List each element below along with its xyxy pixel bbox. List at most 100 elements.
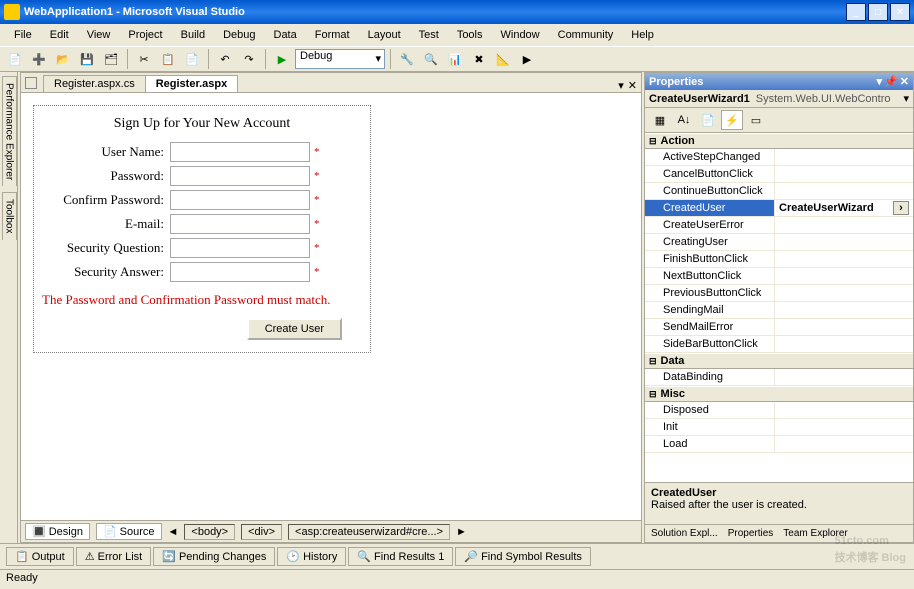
property-value[interactable] [775, 319, 913, 335]
save-icon[interactable]: 💾 [76, 48, 98, 70]
property-row[interactable]: ContinueButtonClick [645, 183, 913, 200]
categorized-icon[interactable]: ▦ [649, 110, 671, 130]
add-item-icon[interactable]: ➕ [28, 48, 50, 70]
tab-toolbox[interactable]: Toolbox [2, 192, 17, 239]
property-row[interactable]: Disposed [645, 402, 913, 419]
tab-find-symbol-results[interactable]: 🔎 Find Symbol Results [455, 547, 591, 566]
pin-icon[interactable]: ▾ [877, 75, 883, 88]
maximize-button[interactable]: □ [868, 3, 888, 21]
menu-data[interactable]: Data [266, 27, 305, 43]
tab-error-list[interactable]: ⚠ Error List [76, 547, 152, 566]
crumb-nav-right[interactable]: ► [456, 526, 467, 538]
property-object-selector[interactable]: CreateUserWizard1 System.Web.UI.WebContr… [645, 90, 913, 108]
property-row[interactable]: Load [645, 436, 913, 453]
property-pages-icon[interactable]: ▭ [745, 110, 767, 130]
property-value[interactable] [775, 402, 913, 418]
tab-performance-explorer[interactable]: Performance Explorer [2, 76, 17, 186]
property-row[interactable]: SendMailError [645, 319, 913, 336]
tab-pending-changes[interactable]: 🔄 Pending Changes [153, 547, 275, 566]
tool-icon[interactable]: 🔧 [396, 48, 418, 70]
menu-view[interactable]: View [79, 27, 119, 43]
new-project-icon[interactable]: 📄 [4, 48, 26, 70]
tab-register-cs[interactable]: Register.aspx.cs [43, 75, 146, 92]
menu-test[interactable]: Test [411, 27, 447, 43]
design-view-button[interactable]: 🔳 Design [25, 523, 90, 540]
property-row[interactable]: SideBarButtonClick [645, 336, 913, 353]
tool-icon[interactable]: 📊 [444, 48, 466, 70]
events-icon[interactable]: ⚡ [721, 110, 743, 130]
property-row[interactable]: Init [645, 419, 913, 436]
menu-window[interactable]: Window [493, 27, 548, 43]
input-question[interactable] [170, 238, 310, 258]
tool-icon[interactable]: ▶ [516, 48, 538, 70]
designer-surface[interactable]: Sign Up for Your New Account User Name:*… [21, 93, 641, 520]
tab-register-aspx[interactable]: Register.aspx [145, 75, 239, 92]
create-user-wizard[interactable]: Sign Up for Your New Account User Name:*… [33, 105, 371, 353]
tool-icon[interactable]: 🔍 [420, 48, 442, 70]
property-value[interactable]: CreateUserWizard [775, 200, 913, 216]
property-row[interactable]: CancelButtonClick [645, 166, 913, 183]
source-view-button[interactable]: 📄 Source [96, 523, 162, 540]
tab-close-icon[interactable]: ✕ [628, 79, 637, 92]
property-value[interactable] [775, 419, 913, 435]
undo-icon[interactable]: ↶ [214, 48, 236, 70]
property-value[interactable] [775, 436, 913, 452]
tab-output[interactable]: 📋 Output [6, 547, 74, 566]
alphabetical-icon[interactable]: A↓ [673, 110, 695, 130]
tool-icon[interactable]: 📐 [492, 48, 514, 70]
property-value[interactable] [775, 183, 913, 199]
input-email[interactable] [170, 214, 310, 234]
menu-tools[interactable]: Tools [449, 27, 491, 43]
menu-format[interactable]: Format [307, 27, 358, 43]
paste-icon[interactable]: 📄 [181, 48, 203, 70]
property-row[interactable]: CreatedUserCreateUserWizard [645, 200, 913, 217]
input-username[interactable] [170, 142, 310, 162]
tab-solution-explorer[interactable]: Solution Expl... [647, 527, 722, 540]
crumb-nav-left[interactable]: ◄ [168, 526, 179, 538]
breadcrumb[interactable]: <asp:createuserwizard#cre...> [288, 524, 450, 540]
tab-properties[interactable]: Properties [724, 527, 778, 540]
create-user-button[interactable]: Create User [247, 318, 342, 340]
close-button[interactable]: ✕ [890, 3, 910, 21]
category-action[interactable]: Action [645, 133, 913, 149]
menu-layout[interactable]: Layout [360, 27, 409, 43]
menu-community[interactable]: Community [550, 27, 622, 43]
property-row[interactable]: DataBinding [645, 369, 913, 386]
input-answer[interactable] [170, 262, 310, 282]
property-value[interactable] [775, 217, 913, 233]
tab-dropdown-icon[interactable]: ▾ [618, 79, 624, 92]
property-row[interactable]: SendingMail [645, 302, 913, 319]
property-row[interactable]: CreateUserError [645, 217, 913, 234]
property-value[interactable] [775, 369, 913, 385]
menu-edit[interactable]: Edit [42, 27, 77, 43]
menu-debug[interactable]: Debug [215, 27, 263, 43]
property-value[interactable] [775, 251, 913, 267]
property-value[interactable] [775, 336, 913, 352]
category-data[interactable]: Data [645, 353, 913, 369]
minimize-button[interactable]: _ [846, 3, 866, 21]
property-value[interactable] [775, 285, 913, 301]
tool-icon[interactable]: ✖ [468, 48, 490, 70]
breadcrumb[interactable]: <body> [184, 524, 235, 540]
tab-find-results-1[interactable]: 🔍 Find Results 1 [348, 547, 453, 566]
category-misc[interactable]: Misc [645, 386, 913, 402]
save-all-icon[interactable]: 🗂 [100, 48, 122, 70]
property-row[interactable]: FinishButtonClick [645, 251, 913, 268]
property-row[interactable]: NextButtonClick [645, 268, 913, 285]
start-debug-icon[interactable]: ▶ [271, 48, 293, 70]
property-value[interactable] [775, 149, 913, 165]
properties-icon[interactable]: 📄 [697, 110, 719, 130]
property-value[interactable] [775, 234, 913, 250]
property-grid[interactable]: Action ActiveStepChangedCancelButtonClic… [645, 133, 913, 483]
property-row[interactable]: CreatingUser [645, 234, 913, 251]
property-value[interactable] [775, 166, 913, 182]
tab-team-explorer[interactable]: Team Explorer [779, 527, 851, 540]
menu-help[interactable]: Help [623, 27, 662, 43]
menu-project[interactable]: Project [120, 27, 170, 43]
menu-file[interactable]: File [6, 27, 40, 43]
tab-history[interactable]: 🕑 History [277, 547, 346, 566]
input-confirm[interactable] [170, 190, 310, 210]
input-password[interactable] [170, 166, 310, 186]
property-value[interactable] [775, 302, 913, 318]
config-select[interactable]: Debug [295, 49, 385, 69]
